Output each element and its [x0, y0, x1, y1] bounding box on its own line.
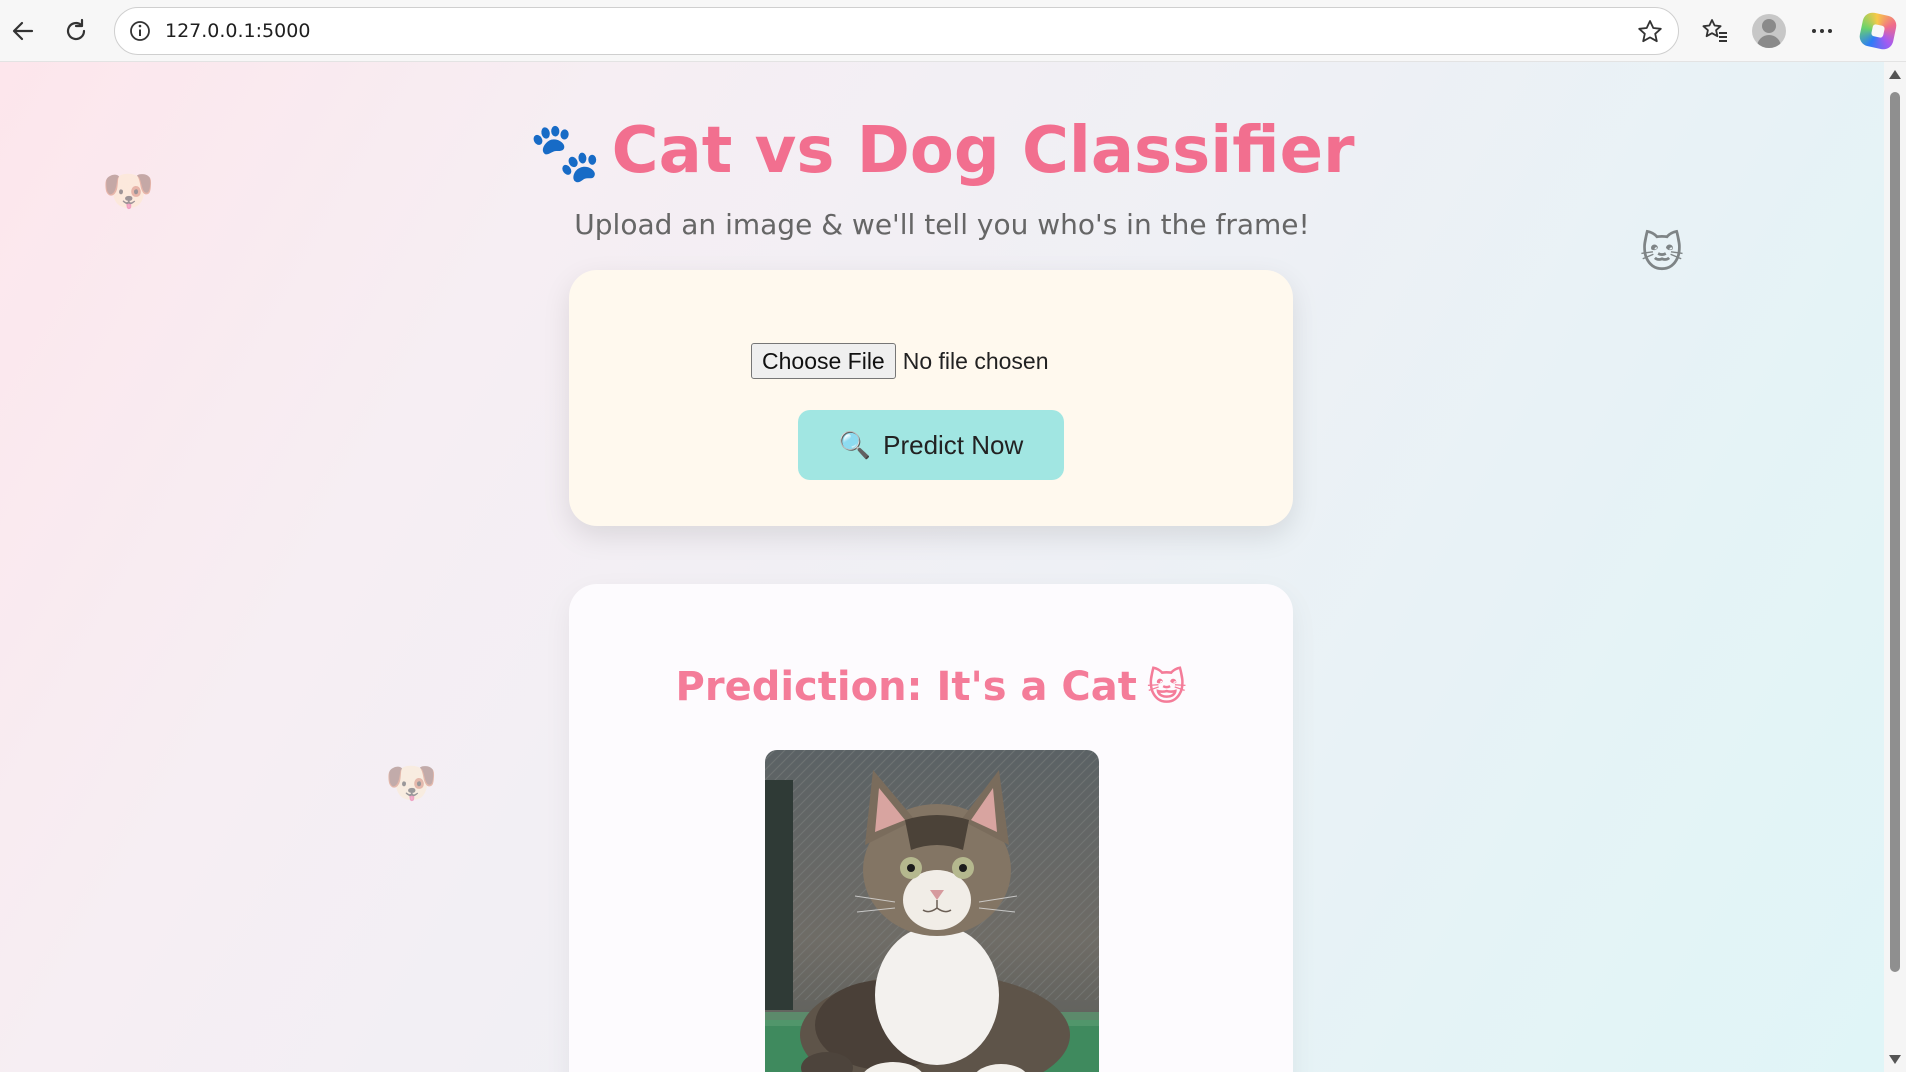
result-card: Prediction: It's a Cat 😺: [569, 584, 1293, 1072]
profile-icon[interactable]: [1752, 14, 1786, 48]
scroll-up-arrow-icon[interactable]: [1889, 70, 1901, 79]
star-icon[interactable]: [1636, 18, 1664, 50]
predict-now-label: Predict Now: [883, 429, 1024, 460]
favorites-icon[interactable]: [1696, 12, 1734, 50]
page-title: 🐾 Cat vs Dog Classifier: [0, 114, 1884, 188]
more-icon[interactable]: [1803, 12, 1841, 50]
file-status-text: No file chosen: [902, 347, 1049, 374]
uploaded-cat-image: [765, 750, 1099, 1072]
file-input[interactable]: Choose File No file chosen: [751, 343, 1048, 379]
cat-face-icon: 😺: [1146, 665, 1187, 709]
copilot-icon[interactable]: [1857, 10, 1899, 52]
page-viewport: 🐶 🐱 🐶 🐾 Cat vs Dog Classifier Upload an i…: [0, 62, 1884, 1072]
scroll-down-arrow-icon[interactable]: [1889, 1055, 1901, 1064]
page-title-text: Cat vs Dog Classifier: [611, 114, 1355, 188]
url-text[interactable]: 127.0.0.1:5000: [165, 20, 310, 42]
prediction-text: Prediction: It's a Cat: [675, 664, 1137, 710]
info-icon[interactable]: [127, 18, 153, 48]
vertical-scrollbar[interactable]: [1884, 62, 1906, 1072]
dog-face-decoration-icon: 🐶: [385, 758, 438, 807]
page-subtitle: Upload an image & we'll tell you who's i…: [574, 208, 1310, 241]
magnifier-icon: 🔍: [838, 429, 872, 460]
upload-card: Choose File No file chosen 🔍 Predict Now: [569, 270, 1293, 526]
prediction-title: Prediction: It's a Cat 😺: [569, 664, 1293, 710]
back-arrow-icon[interactable]: [4, 12, 42, 50]
paw-prints-icon: 🐾: [529, 118, 602, 186]
scroll-thumb[interactable]: [1890, 92, 1900, 972]
address-bar[interactable]: 127.0.0.1:5000: [114, 7, 1679, 55]
choose-file-button[interactable]: Choose File: [751, 343, 896, 379]
predict-now-button[interactable]: 🔍 Predict Now: [798, 410, 1064, 480]
refresh-icon[interactable]: [57, 12, 95, 50]
browser-toolbar: 127.0.0.1:5000: [0, 0, 1906, 62]
